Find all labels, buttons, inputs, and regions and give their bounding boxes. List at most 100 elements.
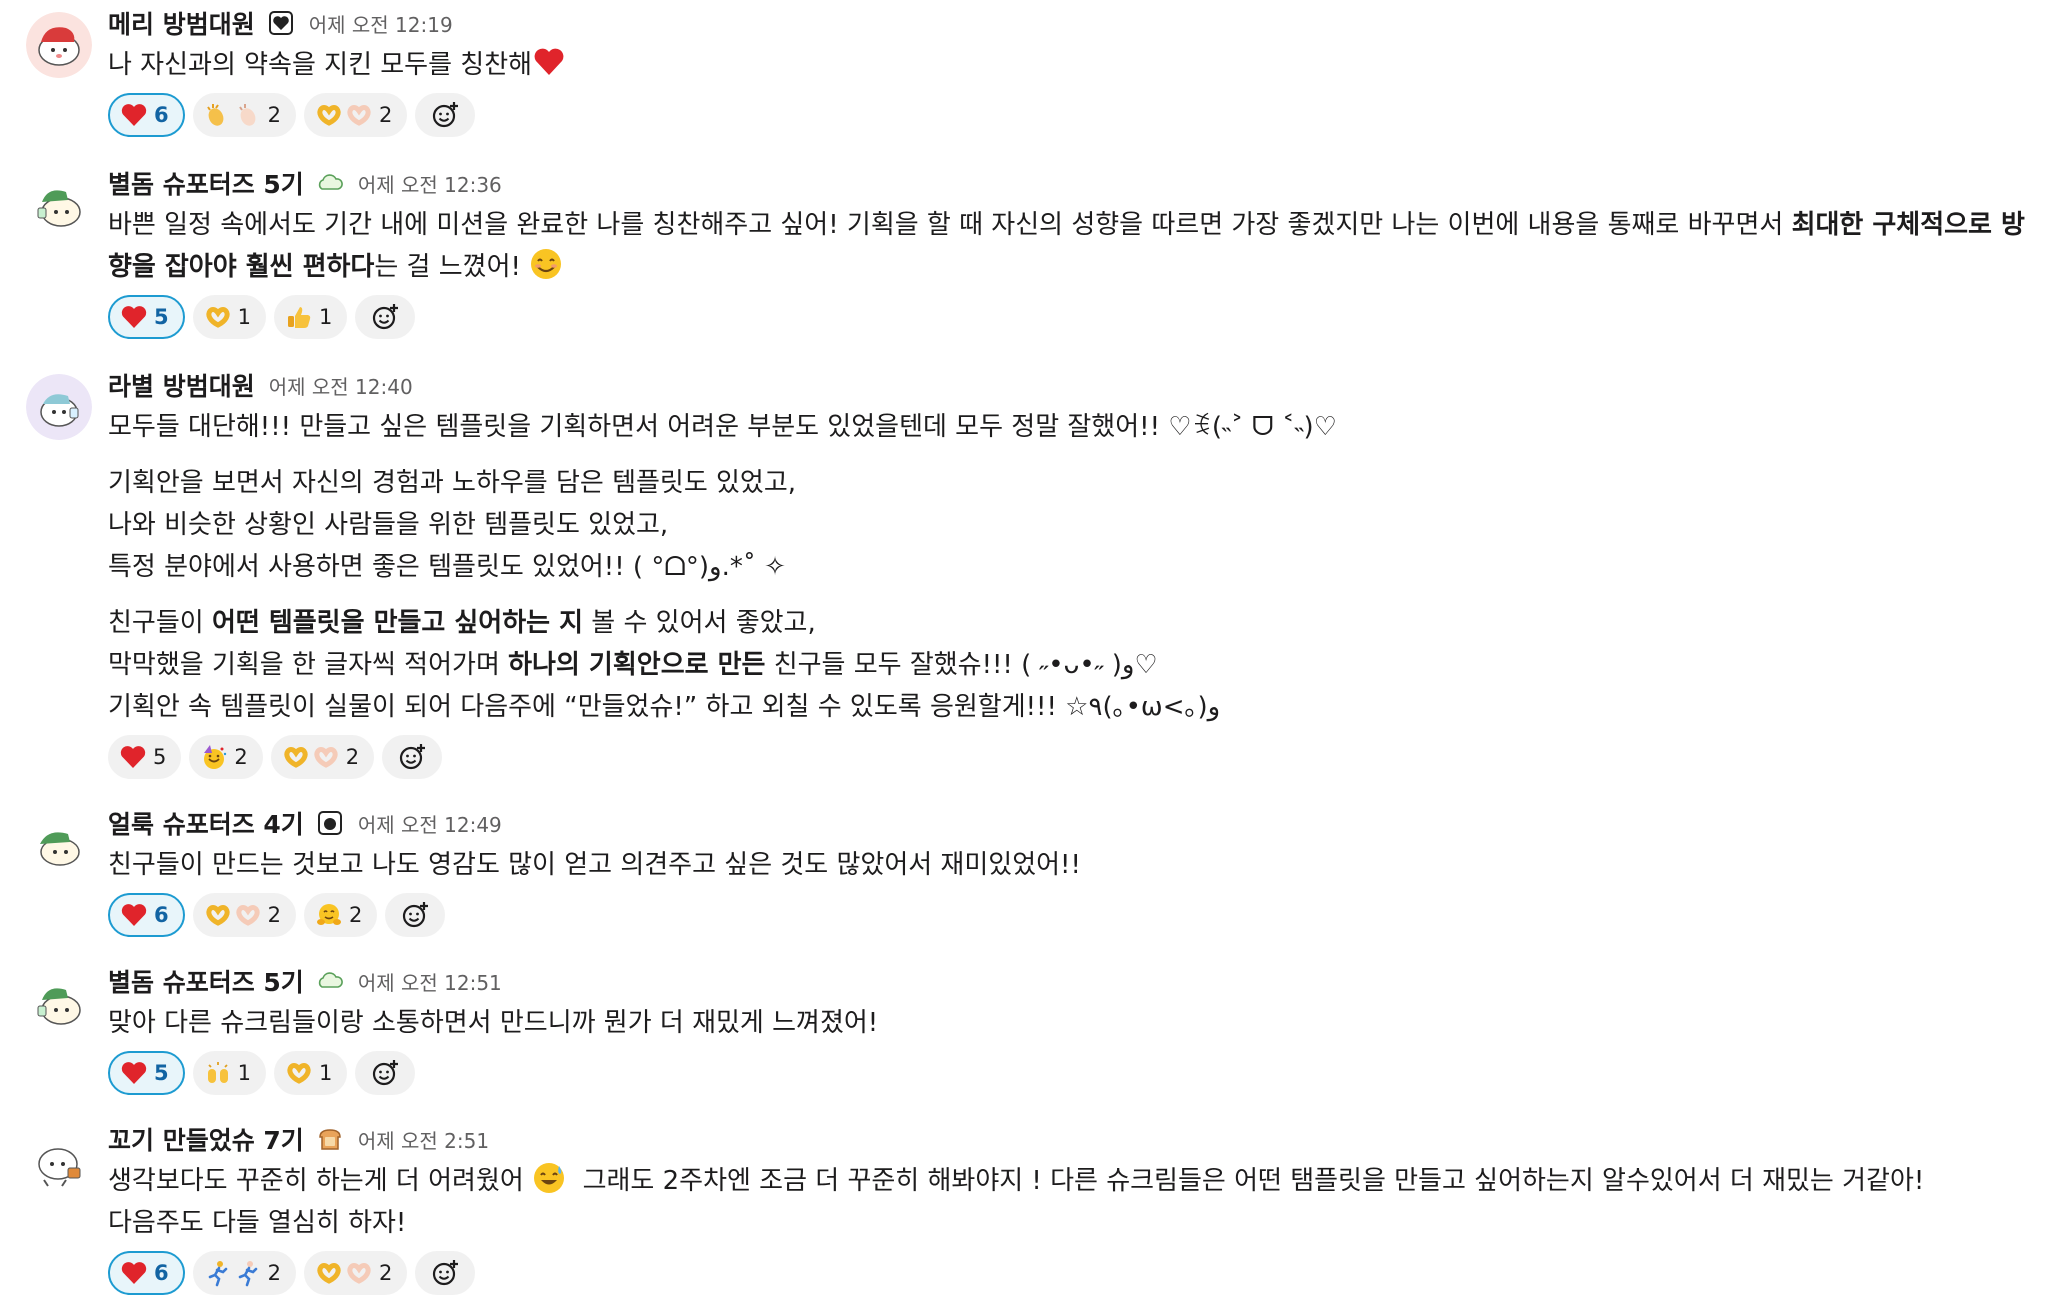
message-text: 맞아 다른 슈크림들이랑 소통하면서 만드니까 뭔가 더 재밌게 느껴졌어! [108, 1008, 879, 1038]
reaction-heart-hands[interactable]: 2 [304, 93, 408, 137]
timestamp[interactable]: 어제 오전 2:51 [358, 1125, 489, 1154]
avatar[interactable] [26, 1128, 92, 1194]
status-icon [267, 9, 295, 37]
timestamp[interactable]: 어제 오전 12:40 [269, 371, 413, 400]
reaction-count: 1 [237, 1061, 251, 1085]
reaction-count: 2 [345, 745, 360, 769]
message-text: 볼 수 있어서 좋았고, [583, 608, 816, 638]
message-text: 친구들이 [108, 608, 212, 638]
reaction-count: 1 [319, 305, 333, 329]
reaction-heart[interactable]: 5 [108, 735, 182, 779]
author-name[interactable]: 별돔 슈포터즈 5기 [108, 963, 304, 999]
avatar[interactable] [26, 812, 92, 878]
add-reaction-button[interactable] [385, 893, 446, 937]
reaction-heart-hands[interactable]: 2 [192, 893, 296, 937]
add-reaction-button[interactable] [355, 1051, 416, 1095]
heart-icon [120, 1259, 148, 1287]
author-name[interactable]: 별돔 슈포터즈 5기 [108, 165, 304, 201]
add-reaction-button[interactable] [382, 735, 443, 779]
reaction-party-face[interactable]: 2 [189, 735, 263, 779]
reaction-thumbs-up[interactable]: 1 [274, 295, 348, 339]
avatar[interactable] [26, 172, 92, 238]
message-text: 기획안을 보면서 자신의 경험과 노하우를 담은 템플릿도 있었고, [108, 468, 797, 498]
message-text: 생각보다도 꾸준히 하는게 더 어려웠어 [108, 1166, 524, 1196]
avatar[interactable] [26, 12, 92, 78]
author-name[interactable]: 메리 방범대원 [108, 5, 255, 41]
reaction-heart[interactable]: 5 [108, 295, 185, 339]
author-name[interactable]: 라별 방범대원 [108, 367, 255, 403]
heart-icon [119, 743, 147, 771]
add-reaction-icon [400, 744, 426, 770]
heart-hands-icon [315, 101, 373, 129]
author-name[interactable]: 꼬기 만들었슈 7기 [108, 1121, 304, 1157]
message-text: 그래도 2주차엔 조금 더 꾸준히 해봐야지 ! 다른 슈크림들은 어떤 탬플릿… [582, 1166, 1925, 1196]
sweat-smile-icon [532, 1161, 566, 1195]
reaction-heart-hands[interactable]: 1 [192, 295, 266, 339]
message-text: 친구들 모두 잘했슈!!! ( ˶•ᴗ•˶ )و♡ [765, 650, 1158, 680]
timestamp[interactable]: 어제 오전 12:49 [358, 809, 502, 838]
reaction-heart[interactable]: 6 [108, 893, 185, 937]
add-reaction-button[interactable] [415, 1251, 476, 1295]
reaction-count: 2 [267, 1261, 281, 1285]
reaction-count: 6 [154, 1261, 169, 1285]
message-text-bold: 어떤 템플릿을 만들고 싶어하는 지 [211, 608, 584, 638]
heart-icon [120, 1059, 148, 1087]
reaction-bar: 6 2 2 [108, 90, 2040, 140]
reaction-heart-hands[interactable]: 1 [274, 1051, 348, 1095]
reaction-count: 2 [349, 903, 363, 927]
timestamp[interactable]: 어제 오전 12:51 [358, 967, 502, 996]
reaction-running[interactable]: 2 [192, 1251, 296, 1295]
clap-icon [204, 101, 262, 129]
reaction-heart-hands[interactable]: 2 [304, 1251, 408, 1295]
reaction-clap[interactable]: 2 [192, 93, 296, 137]
add-reaction-icon [433, 102, 459, 128]
smiling-face-icon [529, 247, 563, 281]
cloud-icon [316, 169, 344, 197]
message-text: 특정 분야에서 사용하면 좋은 템플릿도 있었어!! ( °ᗝ°)و.*˚ ✧ [108, 552, 786, 582]
heart-hands-icon [204, 901, 262, 929]
reaction-heart[interactable]: 5 [108, 1051, 185, 1095]
reaction-count: 2 [379, 103, 393, 127]
message-text: 막막했을 기획을 한 글자씩 적어가며 [108, 650, 509, 680]
message-text: 나와 비슷한 상황인 사람들을 위한 템플릿도 있었고, [108, 510, 669, 540]
message-text: 기획안 속 템플릿이 실물이 되어 다음주에 “만들었슈!” 하고 외칠 수 있… [108, 692, 1221, 722]
party-face-icon [200, 743, 228, 771]
heart-icon [120, 101, 148, 129]
reaction-count: 5 [154, 305, 169, 329]
reaction-heart-hands[interactable]: 2 [270, 735, 375, 779]
reaction-raised-hands[interactable]: 1 [192, 1051, 266, 1095]
reaction-count: 6 [154, 903, 169, 927]
message-text: 나 자신과의 약속을 지킨 모두를 칭찬해 [108, 50, 533, 80]
timestamp[interactable]: 어제 오전 12:36 [358, 169, 502, 198]
reaction-heart[interactable]: 6 [108, 93, 185, 137]
reaction-count: 2 [267, 103, 281, 127]
add-reaction-icon [373, 304, 399, 330]
status-icon [316, 809, 344, 837]
message-text: 친구들이 만드는 것보고 나도 영감도 많이 얻고 의견주고 싶은 것도 많았어… [108, 850, 1081, 880]
cloud-icon [316, 967, 344, 995]
hugging-face-icon [315, 901, 343, 929]
heart-hands-icon [315, 1259, 373, 1287]
message-feed: 메리 방범대원 어제 오전 12:19 나 자신과의 약속을 지킨 모두를 칭찬… [0, 0, 2048, 1309]
add-reaction-button[interactable] [415, 93, 476, 137]
reaction-count: 5 [153, 745, 167, 769]
add-reaction-button[interactable] [355, 295, 416, 339]
reaction-count: 2 [267, 903, 281, 927]
author-name[interactable]: 얼룩 슈포터즈 4기 [108, 805, 304, 841]
heart-icon [120, 303, 148, 331]
reaction-count: 5 [154, 1061, 169, 1085]
heart-icon [120, 901, 148, 929]
avatar[interactable] [26, 970, 92, 1036]
reaction-count: 1 [237, 305, 251, 329]
reaction-bar: 6 2 2 [108, 1248, 2040, 1298]
reaction-heart[interactable]: 6 [108, 1251, 185, 1295]
reaction-bar: 5 1 1 [108, 1048, 2040, 1098]
thumbs-up-icon [285, 303, 313, 331]
bread-icon [316, 1125, 344, 1153]
reaction-count: 6 [154, 103, 169, 127]
avatar[interactable] [26, 374, 92, 440]
message-text: 바쁜 일정 속에서도 기간 내에 미션을 완료한 나를 칭찬해주고 싶어! 기획… [108, 210, 1792, 240]
reaction-hugging-face[interactable]: 2 [304, 893, 378, 937]
message-text: 다음주도 다들 열심히 하자! [108, 1208, 407, 1238]
timestamp[interactable]: 어제 오전 12:19 [309, 9, 453, 38]
